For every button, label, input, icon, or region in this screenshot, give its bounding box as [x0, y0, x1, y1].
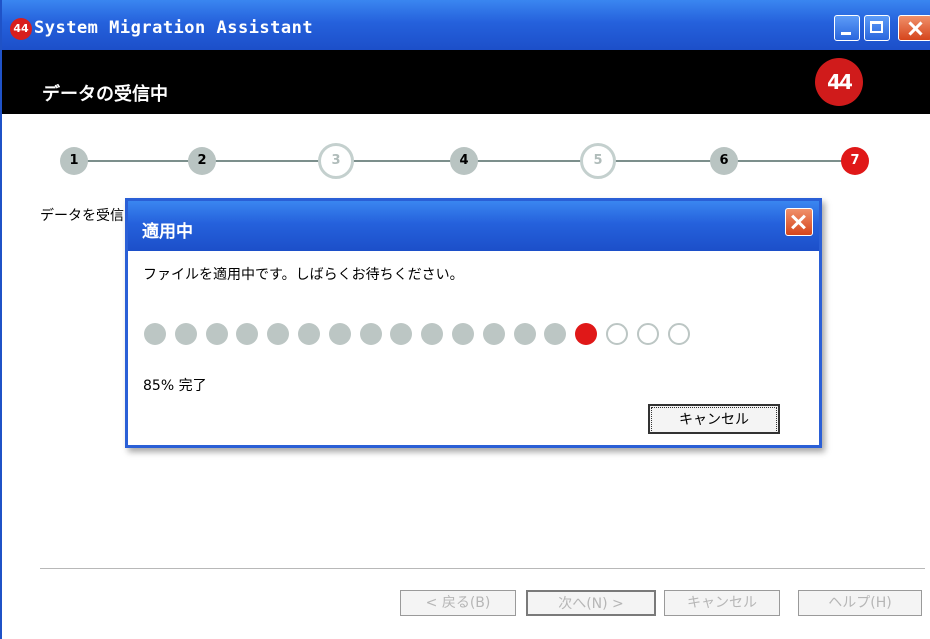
progress-dot	[298, 323, 320, 345]
dialog-title-bar[interactable]: 適用中	[128, 201, 819, 251]
step-4: 4	[450, 147, 478, 175]
minimize-button[interactable]	[834, 15, 860, 41]
progress-dot	[174, 323, 197, 345]
page-title: データの受信中	[42, 84, 168, 105]
dialog-message: ファイルを適用中です。しばらくお待ちください。	[143, 267, 464, 283]
progress-dot	[267, 323, 290, 345]
progress-dot	[667, 323, 690, 345]
step-5: 5	[580, 143, 616, 179]
progress-dot	[205, 323, 228, 345]
close-button[interactable]	[898, 15, 930, 41]
step-7: 7	[841, 147, 869, 175]
progress-dot	[482, 323, 505, 345]
progress-dot	[144, 323, 166, 345]
step-2: 2	[188, 147, 216, 175]
footer-separator	[40, 568, 925, 572]
cancel-button[interactable]: キャンセル	[664, 590, 780, 616]
applying-dialog: 適用中 ファイルを適用中です。しばらくお待ちください。 85% 完了 キャンセル	[125, 198, 822, 448]
brand-logo: 44	[815, 58, 863, 106]
progress-dot	[390, 323, 413, 345]
dialog-cancel-button[interactable]: キャンセル	[648, 404, 780, 434]
dialog-cancel-label: キャンセル	[651, 407, 777, 433]
page-header: データの受信中 44	[2, 50, 930, 114]
progress-dot	[575, 323, 598, 345]
progress-dot	[236, 323, 259, 345]
progress-dot	[452, 323, 474, 345]
progress-dot	[421, 323, 444, 345]
back-button[interactable]: < 戻る(B)	[400, 590, 516, 616]
step-1: 1	[60, 147, 88, 175]
dialog-title: 適用中	[142, 222, 193, 242]
status-text: データを受信	[40, 208, 124, 224]
main-window: 44 System Migration Assistant データの受信中 44…	[0, 0, 930, 639]
step-6: 6	[710, 147, 738, 175]
window-title: System Migration Assistant	[34, 18, 314, 38]
progress-dot	[359, 323, 382, 345]
progress-dot	[328, 323, 351, 345]
dialog-close-button[interactable]	[785, 208, 813, 236]
progress-dot	[544, 323, 567, 345]
app-icon: 44	[10, 18, 32, 40]
step-3: 3	[318, 143, 354, 179]
progress-percent: 85% 完了	[143, 378, 207, 394]
next-button[interactable]: 次へ(N) >	[526, 590, 656, 616]
progress-dot	[636, 323, 659, 345]
help-button[interactable]: ヘルプ(H)	[798, 590, 922, 616]
maximize-button[interactable]	[864, 15, 890, 41]
title-bar[interactable]: 44 System Migration Assistant	[2, 0, 930, 50]
progress-dot	[513, 323, 536, 345]
progress-dot	[606, 323, 628, 345]
